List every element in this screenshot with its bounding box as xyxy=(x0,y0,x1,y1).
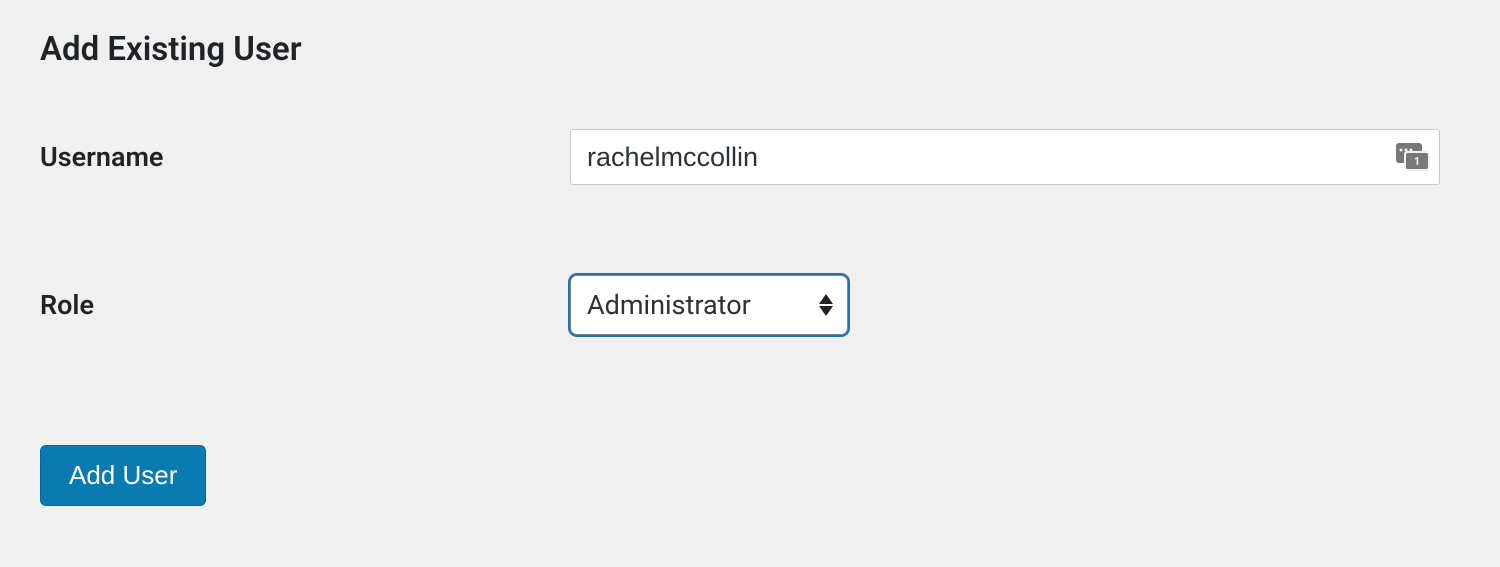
svg-text:1: 1 xyxy=(1414,155,1420,168)
username-input-wrapper: 1 xyxy=(570,129,1440,185)
role-row: Role Administrator xyxy=(40,275,1460,335)
username-row: Username 1 xyxy=(40,129,1460,185)
role-label: Role xyxy=(40,289,570,321)
role-select[interactable]: Administrator xyxy=(570,275,848,335)
username-input[interactable] xyxy=(570,129,1440,185)
role-selected-value: Administrator xyxy=(587,289,751,321)
username-label: Username xyxy=(40,141,570,173)
page-title: Add Existing User xyxy=(40,30,1460,69)
add-user-button[interactable]: Add User xyxy=(40,445,206,506)
select-arrows-icon xyxy=(819,294,833,316)
autofill-icon: 1 xyxy=(1396,143,1430,171)
